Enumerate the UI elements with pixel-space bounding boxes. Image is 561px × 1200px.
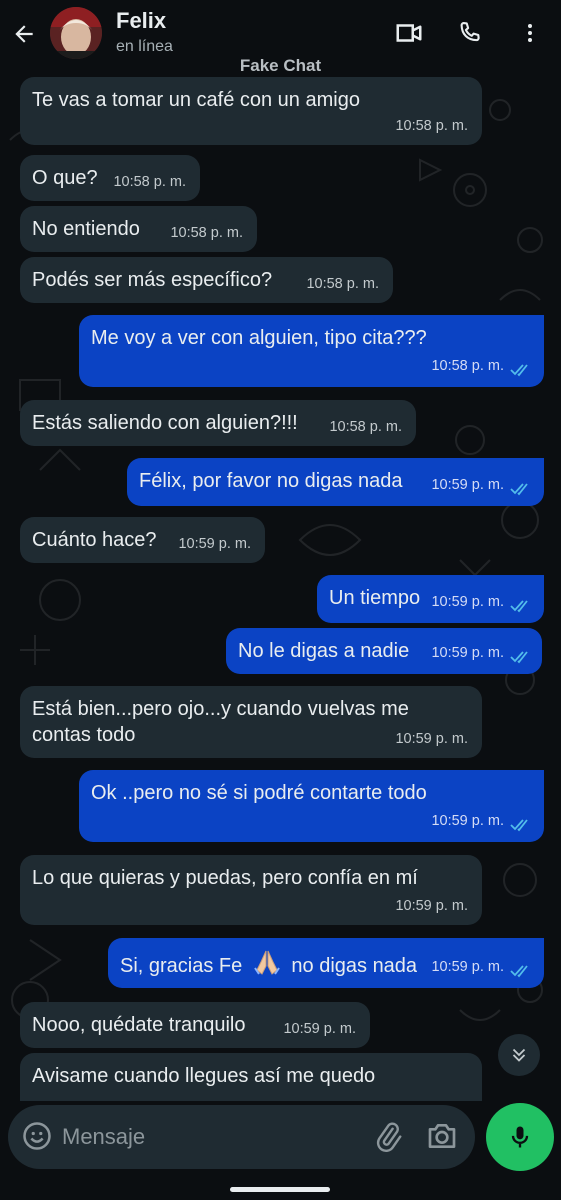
message-incoming[interactable]: Te vas a tomar un café con un amigo 10:5… xyxy=(20,77,482,145)
message-time: 10:59 p. m. xyxy=(431,813,504,829)
attach-button[interactable] xyxy=(372,1121,404,1153)
home-indicator xyxy=(230,1187,330,1192)
paperclip-icon xyxy=(376,1122,402,1152)
message-incoming[interactable]: Está bien...pero ojo...y cuando vuelvas … xyxy=(20,686,482,758)
message-time: 10:59 p. m. xyxy=(431,959,504,975)
message-time: 10:58 p. m. xyxy=(329,419,402,435)
double-check-icon xyxy=(510,819,528,832)
back-button[interactable] xyxy=(8,18,40,50)
message-time: 10:59 p. m. xyxy=(283,1021,356,1037)
message-text-line1: Está bien...pero ojo...y cuando vuelvas … xyxy=(32,698,409,720)
double-check-icon xyxy=(510,483,528,496)
message-time: 10:59 p. m. xyxy=(395,898,468,914)
double-check-icon xyxy=(510,600,528,613)
message-time: 10:59 p. m. xyxy=(431,594,504,610)
video-call-button[interactable] xyxy=(393,17,425,49)
double-check-icon xyxy=(510,651,528,664)
message-outgoing[interactable]: Si, gracias Fe no digas nada 10:59 p. m. xyxy=(108,938,544,988)
contact-name[interactable]: Felix xyxy=(116,8,166,34)
double-check-icon xyxy=(510,364,528,377)
more-vertical-icon xyxy=(528,24,532,42)
emoji-button[interactable] xyxy=(22,1121,54,1153)
camera-icon xyxy=(428,1124,456,1148)
message-incoming[interactable]: Cuánto hace? 10:59 p. m. xyxy=(20,517,265,563)
message-outgoing[interactable]: Ok ..pero no sé si podré contarte todo 1… xyxy=(79,770,544,842)
message-incoming[interactable]: Avisame cuando llegues así me quedo xyxy=(20,1053,482,1101)
message-time: 10:59 p. m. xyxy=(178,536,251,552)
phone-icon xyxy=(460,22,480,42)
praying-hands-emoji xyxy=(252,948,282,975)
message-composer[interactable]: Mensaje xyxy=(8,1105,475,1169)
call-button[interactable] xyxy=(454,17,486,49)
mic-icon xyxy=(511,1126,529,1148)
emoji-icon xyxy=(23,1122,51,1150)
message-incoming[interactable]: Podés ser más específico? 10:58 p. m. xyxy=(20,257,393,303)
message-incoming[interactable]: Nooo, quédate tranquilo 10:59 p. m. xyxy=(20,1002,370,1048)
double-check-icon xyxy=(510,965,528,978)
message-text: Me voy a ver con alguien, tipo cita??? xyxy=(91,327,427,349)
message-text: Ok ..pero no sé si podré contarte todo xyxy=(91,782,427,804)
message-incoming[interactable]: No entiendo 10:58 p. m. xyxy=(20,206,257,252)
message-time: 10:59 p. m. xyxy=(395,731,468,747)
message-time: 10:58 p. m. xyxy=(170,225,243,241)
message-time: 10:59 p. m. xyxy=(431,477,504,493)
message-text-after: no digas nada xyxy=(291,955,418,977)
message-text: Lo que quieras y puedas, pero confía en … xyxy=(32,867,418,889)
message-time: 10:58 p. m. xyxy=(113,174,186,190)
message-time: 10:58 p. m. xyxy=(395,118,468,134)
arrow-left-icon xyxy=(15,25,33,43)
message-time: 10:58 p. m. xyxy=(431,358,504,374)
scroll-to-bottom-button[interactable] xyxy=(498,1034,540,1076)
avatar[interactable] xyxy=(50,7,102,59)
message-outgoing[interactable]: Un tiempo 10:59 p. m. xyxy=(317,575,544,623)
video-call-icon xyxy=(396,24,422,42)
message-time: 10:58 p. m. xyxy=(306,276,379,292)
fake-chat-watermark: Fake Chat xyxy=(239,56,322,75)
message-text-before: Si, gracias Fe xyxy=(120,955,243,977)
menu-button[interactable] xyxy=(514,17,546,49)
voice-message-button[interactable] xyxy=(486,1103,554,1171)
camera-button[interactable] xyxy=(426,1121,460,1153)
double-chevron-down-icon xyxy=(512,1048,526,1062)
message-outgoing[interactable]: Félix, por favor no digas nada 10:59 p. … xyxy=(127,458,544,506)
contact-status: en línea xyxy=(116,38,173,55)
message-input[interactable]: Mensaje xyxy=(62,1124,145,1150)
message-incoming[interactable]: Estás saliendo con alguien?!!! 10:58 p. … xyxy=(20,400,416,446)
message-text: Avisame cuando llegues así me quedo xyxy=(32,1065,376,1087)
message-time: 10:59 p. m. xyxy=(431,645,504,661)
message-text: Te vas a tomar un café con un amigo xyxy=(32,89,360,111)
message-outgoing[interactable]: No le digas a nadie 10:59 p. m. xyxy=(226,628,542,674)
message-incoming[interactable]: Lo que quieras y puedas, pero confía en … xyxy=(20,855,482,925)
message-outgoing[interactable]: Me voy a ver con alguien, tipo cita??? 1… xyxy=(79,315,544,387)
message-incoming[interactable]: O que? 10:58 p. m. xyxy=(20,155,200,201)
